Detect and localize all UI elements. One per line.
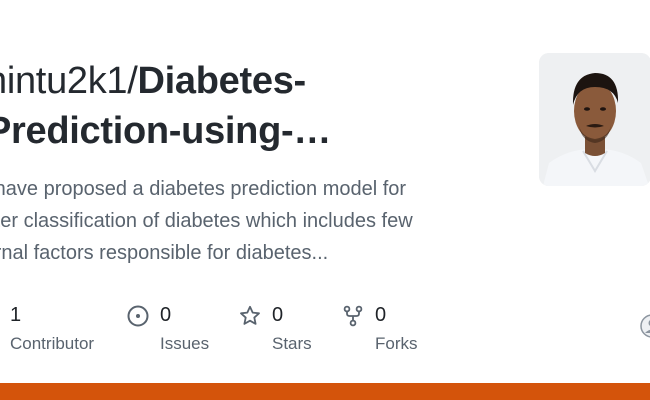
star-icon: [240, 305, 260, 325]
repo-description: e have proposed a diabetes prediction mo…: [0, 173, 498, 269]
description-line2: etter classification of diabetes which i…: [0, 210, 413, 232]
stars-label: Stars: [272, 334, 312, 353]
owner-avatar: [539, 53, 650, 186]
avatar-photo: [539, 53, 650, 186]
issues-count: 0: [160, 304, 172, 326]
contributor-avatar-icon[interactable]: [639, 313, 650, 339]
repo-name-line2: Prediction-using-…: [0, 110, 332, 152]
description-line3: ternal factors responsible for diabetes.…: [0, 242, 329, 264]
forks-count: 0: [375, 304, 387, 326]
contributors-label: Contributor: [10, 334, 95, 353]
repo-name-line1: Diabetes-: [137, 60, 307, 102]
description-line1: e have proposed a diabetes prediction mo…: [0, 178, 407, 200]
repo-forked-icon: [343, 305, 363, 327]
issues-label: Issues: [160, 334, 210, 353]
repo-title: hintu2k1/Diabetes- Prediction-using-…: [0, 56, 506, 156]
language-color-bar: [0, 383, 650, 400]
issue-opened-icon: [127, 305, 149, 327]
repo-owner: hintu2k1/: [0, 60, 138, 102]
contributors-count: 1: [10, 304, 22, 326]
stars-count: 0: [272, 304, 284, 326]
repo-stats: 1 Contributor 0 Issues 0 Stars 0 Forks: [0, 300, 650, 360]
forks-label: Forks: [375, 334, 418, 353]
